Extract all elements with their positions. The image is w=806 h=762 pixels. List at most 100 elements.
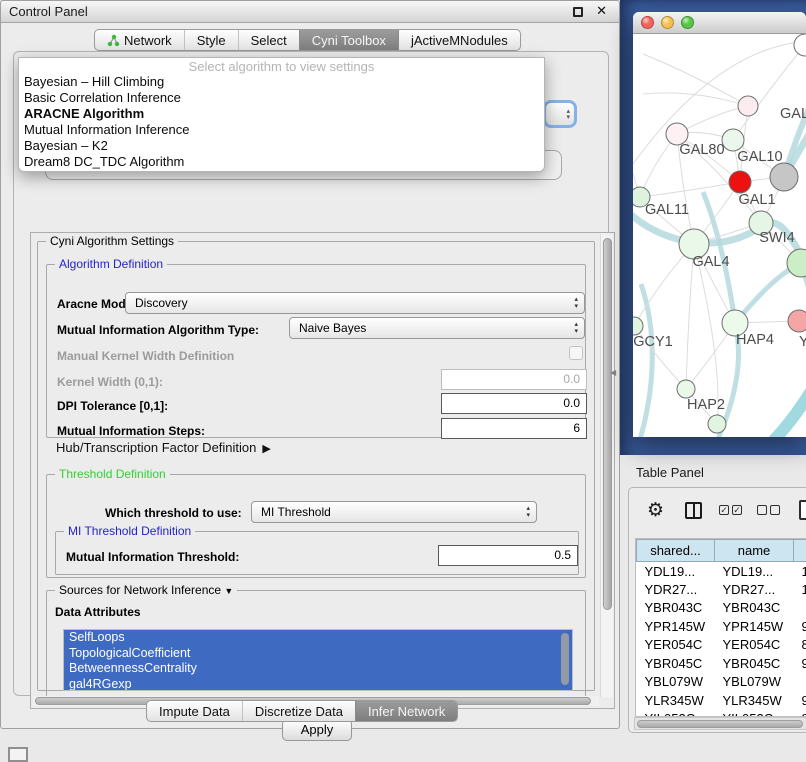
float-panel-icon[interactable] <box>573 7 583 17</box>
mi-algorithm-type-value: Naive Bayes <box>299 321 366 335</box>
algorithm-option[interactable]: Dream8 DC_TDC Algorithm <box>19 154 544 170</box>
table-row[interactable]: YDL19...YDL19...13 <box>637 562 806 581</box>
tab-label: Infer Network <box>368 704 445 719</box>
mi-threshold-field[interactable]: 0.5 <box>438 545 578 566</box>
table-panel: ⚙ ✓✓ shared...name YDL19...YDL19...13YDR… <box>628 487 806 733</box>
manual-kernel-label: Manual Kernel Width Definition <box>57 349 234 363</box>
mi-steps-field[interactable]: 6 <box>441 418 587 439</box>
table-row[interactable]: YBR043CYBR043C <box>637 599 806 618</box>
sources-legend[interactable]: Sources for Network Inference ▼ <box>55 584 237 598</box>
list-scrollbar-thumb[interactable] <box>561 633 569 685</box>
table-header-row: shared...name <box>637 540 806 562</box>
select-all-columns-icon[interactable]: ✓✓ <box>719 505 742 515</box>
hub-definition-toggle[interactable]: Hub/Transcription Factor Definition▶ <box>56 440 271 455</box>
which-threshold-combo[interactable]: MI Threshold ▴▾ <box>251 501 537 523</box>
table-row[interactable]: YDR27...YDR27...12 <box>637 580 806 599</box>
data-attribute-item[interactable]: BetweennessCentrality <box>64 661 572 677</box>
mi-algorithm-type-combo[interactable]: Naive Bayes ▴▾ <box>289 317 585 339</box>
table-cell: YLR345W <box>715 691 794 710</box>
table-row[interactable]: YBL079WYBL079W <box>637 673 806 692</box>
network-canvas[interactable]: GAL80GAL10GAL1GAL11SWI4GAL4GCY1HAP4HAP2G… <box>633 34 806 437</box>
table-cell: 8. <box>794 636 806 655</box>
table-cell: 13 <box>794 562 806 581</box>
network-node-white-top-right[interactable] <box>794 34 806 56</box>
checked-box-icon: ✓ <box>719 505 729 515</box>
table-horizontal-scrollbar[interactable] <box>634 717 806 730</box>
tab-impute-data[interactable]: Impute Data <box>147 701 242 721</box>
aracne-mode-combo[interactable]: Discovery ▴▾ <box>125 292 585 314</box>
table-cell: YER054C <box>637 636 715 655</box>
table-row[interactable]: YIL052CYIL052C9 <box>637 710 806 718</box>
gear-icon[interactable]: ⚙ <box>647 499 664 522</box>
algorithm-option[interactable]: ARACNE Algorithm <box>19 106 544 122</box>
tab-style[interactable]: Style <box>184 30 238 50</box>
table-cell: 12 <box>794 580 806 599</box>
table-cell: YBL079W <box>637 673 715 692</box>
algorithm-dropdown: Select algorithm to view settings Bayesi… <box>18 57 545 172</box>
table-cell: YBL079W <box>715 673 794 692</box>
close-window-icon[interactable] <box>641 16 654 29</box>
mi-threshold-definition-legend: MI Threshold Definition <box>64 525 195 538</box>
unselect-all-columns-icon[interactable] <box>757 505 780 515</box>
apply-button[interactable]: Apply <box>282 719 352 741</box>
network-node-label: HAP2 <box>687 397 725 413</box>
network-node-green-right[interactable] <box>787 249 806 277</box>
table-cell: YBR043C <box>715 599 794 618</box>
data-attributes-list[interactable]: SelfLoopsTopologicalCoefficientBetweenne… <box>63 629 573 691</box>
scrollbar-thumb[interactable] <box>637 720 803 728</box>
scrollbar-thumb[interactable] <box>603 238 612 610</box>
tab-select[interactable]: Select <box>238 30 299 50</box>
sources-group: Sources for Network Inference ▼ Data Att… <box>46 590 586 700</box>
panel-splitter-handle[interactable]: ◀ <box>610 368 616 377</box>
network-node-pink-top[interactable] <box>738 96 758 116</box>
mi-algorithm-type-label: Mutual Information Algorithm Type: <box>57 323 259 337</box>
table-row[interactable]: YER054CYER054C8. <box>637 636 806 655</box>
kernel-width-field[interactable]: 0.0 <box>441 369 587 390</box>
network-node-HAP2[interactable] <box>677 380 695 398</box>
close-panel-icon[interactable]: ✕ <box>596 3 607 19</box>
data-attribute-item[interactable]: SelfLoops <box>64 630 572 646</box>
table-cell <box>794 673 806 692</box>
algorithm-option[interactable]: Bayesian – Hill Climbing <box>19 74 544 90</box>
focused-combo-fragment[interactable]: ▴▾ <box>543 100 577 128</box>
data-attribute-item[interactable]: TopologicalCoefficient <box>64 646 572 662</box>
network-node-green-bottom[interactable] <box>708 415 726 433</box>
network-node-gray-node[interactable] <box>770 163 798 191</box>
table-cell: YBR043C <box>637 599 715 618</box>
algorithm-option[interactable]: Basic Correlation Inference <box>19 90 544 106</box>
new-table-icon[interactable] <box>799 500 806 520</box>
network-node-GCY1[interactable] <box>633 317 643 335</box>
network-node-salmon-right[interactable] <box>788 310 806 332</box>
algorithm-option[interactable]: Mutual Information Inference <box>19 122 544 138</box>
table-toolbar: ⚙ ✓✓ <box>629 496 806 530</box>
minimize-window-icon[interactable] <box>661 16 674 29</box>
tab-cyni-toolbox[interactable]: Cyni Toolbox <box>299 30 398 50</box>
minimized-panel-icon[interactable] <box>8 747 28 762</box>
cyni-bottom-tabs: Impute DataDiscretize Data Infer Network <box>146 700 458 722</box>
manual-kernel-checkbox[interactable] <box>569 346 583 360</box>
tab-network[interactable]: Network <box>95 30 184 50</box>
network-node-GAL1[interactable] <box>729 171 751 193</box>
control-panel-title: Control Panel <box>9 4 88 19</box>
app-root: Control Panel ✕ NetworkStyleSelectCyni T… <box>0 0 806 762</box>
zoom-window-icon[interactable] <box>681 16 694 29</box>
table-row[interactable]: YLR345WYLR345W9. <box>637 691 806 710</box>
tab-infer-network[interactable]: Infer Network <box>355 701 457 721</box>
table-column-header[interactable]: name <box>715 540 794 562</box>
control-panel-titlebar: Control Panel ✕ <box>1 1 619 23</box>
table-cell: YDR27... <box>715 580 794 599</box>
settings-vertical-scrollbar[interactable] <box>600 234 613 697</box>
split-columns-icon[interactable] <box>685 502 702 519</box>
table-row[interactable]: YBR045CYBR045C9. <box>637 654 806 673</box>
network-node-label: GAL <box>780 106 806 122</box>
algorithm-option[interactable]: Bayesian – K2 <box>19 138 544 154</box>
table-column-header[interactable] <box>794 540 806 562</box>
tab-jactivemnodules[interactable]: jActiveMNodules <box>398 30 520 50</box>
network-node-GAL10[interactable] <box>722 129 744 151</box>
table-row[interactable]: YPR145WYPR145W9. <box>637 617 806 636</box>
network-node-label: HAP4 <box>736 332 774 348</box>
data-attribute-item[interactable]: gal4RGexp <box>64 677 572 692</box>
table-column-header[interactable]: shared... <box>637 540 715 562</box>
tab-discretize-data[interactable]: Discretize Data <box>242 701 355 721</box>
dpi-tolerance-field[interactable]: 0.0 <box>441 393 587 414</box>
